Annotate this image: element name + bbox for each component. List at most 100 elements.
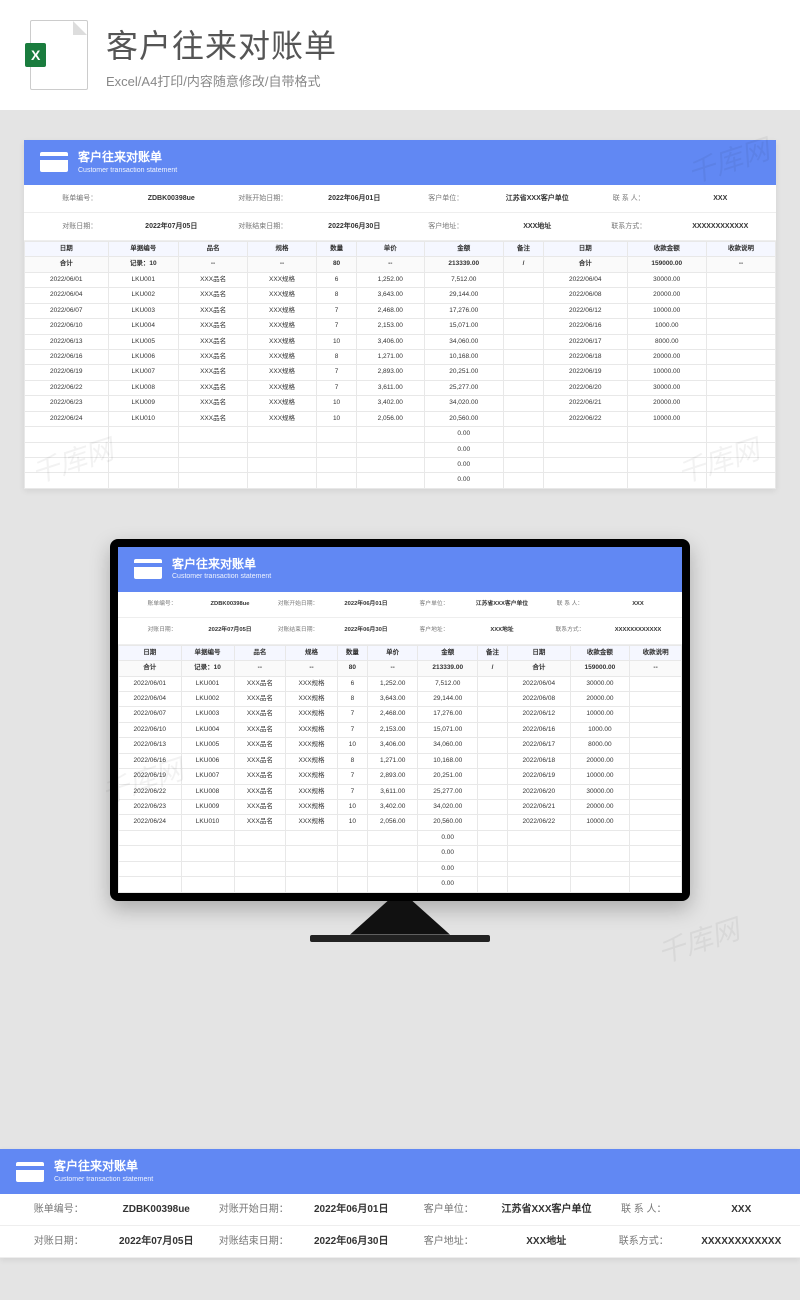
table-row: 0.00 bbox=[119, 877, 682, 892]
label-end: 对账结束日期： bbox=[264, 624, 332, 638]
value-contact-way: XXXXXXXXXXXX bbox=[693, 1232, 791, 1251]
table-row: 2022/06/04LKU002XXX品名XXX规格83,643.0029,14… bbox=[25, 288, 776, 303]
label-contact: 联 系 人： bbox=[595, 1200, 693, 1219]
value-contact: XXX bbox=[604, 598, 672, 612]
label-end: 对账结束日期： bbox=[205, 1232, 303, 1251]
monitor-preview: 客户往来对账单Customer transaction statement 账单编… bbox=[0, 519, 800, 992]
col-header: 数量 bbox=[337, 645, 367, 660]
col-header: 日期 bbox=[544, 241, 628, 256]
table-row: 2022/06/10LKU004XXX品名XXX规格72,153.0015,07… bbox=[119, 722, 682, 737]
col-header: 收款说明 bbox=[630, 645, 682, 660]
table-row: 2022/06/16LKU006XXX品名XXX规格81,271.0010,16… bbox=[119, 753, 682, 768]
table-row: 2022/06/07LKU003XXX品名XXX规格72,468.0017,27… bbox=[119, 707, 682, 722]
label-cust-addr: 客户地址： bbox=[400, 219, 492, 234]
value-cust-unit: 江苏省XXX客户单位 bbox=[498, 1200, 596, 1219]
value-bill-no: ZDBK00398ue bbox=[126, 191, 218, 206]
table-row: 2022/06/13LKU005XXX品名XXX规格103,406.0034,0… bbox=[25, 334, 776, 349]
excel-file-icon: X bbox=[30, 20, 88, 90]
table-row: 0.00 bbox=[119, 830, 682, 845]
label-cust-addr: 客户地址： bbox=[400, 624, 468, 638]
table-row: 2022/06/01LKU001XXX品名XXX规格61,252.007,512… bbox=[25, 272, 776, 287]
value-contact-way: XXXXXXXXXXXX bbox=[604, 624, 672, 638]
sheet-subtitle: Customer transaction statement bbox=[78, 166, 177, 175]
col-header: 规格 bbox=[248, 241, 317, 256]
label-start: 对账开始日期： bbox=[205, 1200, 303, 1219]
col-header: 日期 bbox=[25, 241, 109, 256]
value-bill-date: 2022年07月05日 bbox=[196, 624, 264, 638]
value-start: 2022年06月01日 bbox=[332, 598, 400, 612]
col-header: 收款金额 bbox=[570, 645, 630, 660]
label-cust-unit: 客户单位： bbox=[400, 1200, 498, 1219]
value-contact: XXX bbox=[693, 1200, 791, 1219]
col-header: 数量 bbox=[317, 241, 357, 256]
col-header: 收款金额 bbox=[627, 241, 706, 256]
value-end: 2022年06月30日 bbox=[303, 1232, 401, 1251]
sheet-header: 客户往来对账单Customer transaction statement bbox=[24, 140, 776, 185]
value-cust-unit: 江苏省XXX客户单位 bbox=[492, 191, 584, 206]
info-row: 对账日期：2022年07月05日对账结束日期：2022年06月30日客户地址：X… bbox=[24, 213, 776, 241]
info-row: 账单编号：ZDBK00398ue对账开始日期：2022年06月01日客户单位：江… bbox=[0, 1194, 800, 1226]
value-start: 2022年06月01日 bbox=[309, 191, 401, 206]
value-end: 2022年06月30日 bbox=[309, 219, 401, 234]
label-contact-way: 联系方式： bbox=[583, 219, 675, 234]
sheet-title: 客户往来对账单 bbox=[172, 557, 271, 573]
table-row: 2022/06/10LKU004XXX品名XXX规格72,153.0015,07… bbox=[25, 319, 776, 334]
label-bill-no: 账单编号： bbox=[34, 191, 126, 206]
page-subtitle: Excel/A4打印/内容随意修改/自带格式 bbox=[106, 71, 770, 90]
col-header: 单价 bbox=[367, 645, 418, 660]
table-row: 2022/06/22LKU008XXX品名XXX规格73,611.0025,27… bbox=[25, 380, 776, 395]
col-header: 规格 bbox=[286, 645, 338, 660]
sheet-header: 客户往来对账单Customer transaction statement bbox=[0, 1149, 800, 1194]
card-icon bbox=[40, 152, 68, 172]
label-cust-unit: 客户单位： bbox=[400, 191, 492, 206]
label-bill-no: 账单编号： bbox=[10, 1200, 108, 1219]
col-header: 收款说明 bbox=[706, 241, 775, 256]
value-contact-way: XXXXXXXXXXXX bbox=[675, 219, 767, 234]
table-row: 0.00 bbox=[25, 442, 776, 457]
sheet-subtitle: Customer transaction statement bbox=[54, 1175, 153, 1184]
col-header: 品名 bbox=[179, 241, 248, 256]
table-row: 2022/06/19LKU007XXX品名XXX规格72,893.0020,25… bbox=[119, 769, 682, 784]
sheet-subtitle: Customer transaction statement bbox=[172, 572, 271, 581]
statement-table: 日期单据编号品名规格数量单价金额备注日期收款金额收款说明合计记录：10----8… bbox=[118, 645, 682, 893]
label-contact: 联 系 人： bbox=[583, 191, 675, 206]
info-row: 账单编号：ZDBK00398ue对账开始日期：2022年06月01日客户单位：江… bbox=[24, 185, 776, 213]
value-cust-addr: XXX地址 bbox=[492, 219, 584, 234]
label-cust-addr: 客户地址： bbox=[400, 1232, 498, 1251]
sheet-title: 客户往来对账单 bbox=[78, 150, 177, 166]
value-bill-no: ZDBK00398ue bbox=[196, 598, 264, 612]
label-start: 对账开始日期： bbox=[217, 191, 309, 206]
col-header: 单价 bbox=[357, 241, 424, 256]
table-row: 2022/06/04LKU002XXX品名XXX规格83,643.0029,14… bbox=[119, 691, 682, 706]
card-icon bbox=[16, 1162, 44, 1182]
table-row: 0.00 bbox=[25, 473, 776, 488]
table-row: 2022/06/07LKU003XXX品名XXX规格72,468.0017,27… bbox=[25, 303, 776, 318]
value-cust-unit: 江苏省XXX客户单位 bbox=[468, 598, 536, 612]
label-bill-date: 对账日期： bbox=[128, 624, 196, 638]
table-row: 2022/06/19LKU007XXX品名XXX规格72,893.0020,25… bbox=[25, 365, 776, 380]
table-row: 0.00 bbox=[25, 427, 776, 442]
value-bill-date: 2022年07月05日 bbox=[108, 1232, 206, 1251]
value-cust-addr: XXX地址 bbox=[498, 1232, 596, 1251]
info-row: 对账日期：2022年07月05日对账结束日期：2022年06月30日客户地址： X… bbox=[118, 618, 682, 645]
col-header: 金额 bbox=[424, 241, 503, 256]
table-row: 2022/06/23LKU009XXX品名XXX规格103,402.0034,0… bbox=[119, 800, 682, 815]
sheet-header: 客户往来对账单Customer transaction statement bbox=[118, 547, 682, 592]
table-row: 0.00 bbox=[119, 846, 682, 861]
summary-row: 合计记录：10----80--213339.00/合计159000.00-- bbox=[119, 661, 682, 676]
card-icon bbox=[134, 559, 162, 579]
table-row: 2022/06/22LKU008XXX品名XXX规格73,611.0025,27… bbox=[119, 784, 682, 799]
col-header: 品名 bbox=[234, 645, 286, 660]
col-header: 备注 bbox=[478, 645, 508, 660]
page-title: 客户往来对账单 bbox=[106, 21, 770, 67]
value-start: 2022年06月01日 bbox=[303, 1200, 401, 1219]
table-row: 2022/06/24LKU010XXX品名XXX规格102,056.0020,5… bbox=[25, 411, 776, 426]
label-bill-no: 账单编号： bbox=[128, 598, 196, 612]
label-cust-unit: 客户单位： bbox=[400, 598, 468, 612]
value-end: 2022年06月30日 bbox=[332, 624, 400, 638]
col-header: 单据编号 bbox=[108, 241, 179, 256]
sheet-title: 客户往来对账单 bbox=[54, 1159, 153, 1175]
bottom-banner: 客户往来对账单Customer transaction statement账单编… bbox=[0, 1149, 800, 1258]
label-bill-date: 对账日期： bbox=[10, 1232, 108, 1251]
col-header: 金额 bbox=[418, 645, 478, 660]
